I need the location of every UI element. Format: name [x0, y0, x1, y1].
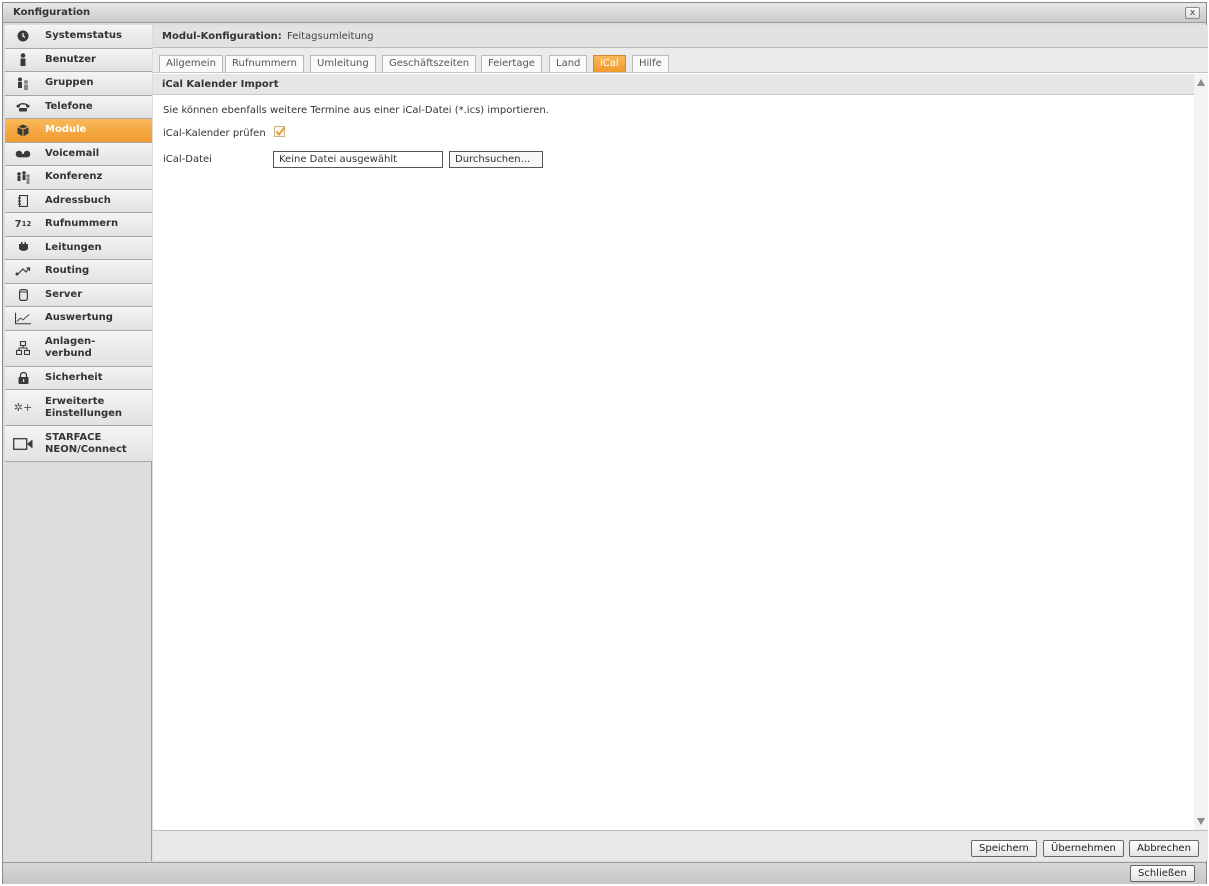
sidebar-item-label: Voicemail	[45, 147, 100, 159]
network-icon	[15, 341, 31, 355]
gear-plus-icon: ✲+	[13, 401, 33, 414]
main-panel: Modul-Konfiguration: Feitagsumleitung Al…	[153, 25, 1208, 861]
sidebar-item-leitungen[interactable]: Leitungen	[5, 236, 152, 260]
camera-icon	[13, 437, 33, 451]
module-header-title: Modul-Konfiguration:	[162, 31, 282, 42]
sidebar-item-sicherheit[interactable]: Sicherheit	[5, 366, 152, 390]
module-name: Feitagsumleitung	[287, 31, 374, 42]
scroll-down-icon[interactable]	[1197, 818, 1205, 825]
sidebar: Systemstatus Benutzer Gruppen Telefone M…	[5, 25, 152, 861]
sidebar-item-label: Routing	[45, 265, 90, 277]
import-description: Sie können ebenfalls weitere Termine aus…	[163, 105, 549, 116]
window-close-button[interactable]: x	[1185, 7, 1200, 19]
tab-ical[interactable]: iCal	[593, 55, 626, 72]
sidebar-item-label: Module	[45, 124, 87, 136]
phone-icon	[15, 100, 31, 114]
tab-geschaeftszeiten[interactable]: Geschäftszeiten	[382, 55, 477, 72]
tab-hilfe[interactable]: Hilfe	[632, 55, 669, 72]
scroll-up-icon[interactable]	[1197, 79, 1205, 86]
sidebar-item-label: Server	[45, 288, 83, 300]
sidebar-item-label: Systemstatus	[45, 30, 122, 42]
window-title: Konfiguration	[13, 7, 91, 18]
bottom-bar: Schließen	[3, 862, 1206, 884]
vertical-scrollbar[interactable]	[1194, 74, 1208, 830]
title-bar: Konfiguration x	[3, 3, 1206, 23]
module-icon	[15, 123, 31, 137]
sidebar-item-label: Leitungen	[45, 241, 102, 253]
sidebar-item-label: Benutzer	[45, 53, 96, 65]
ical-file-label: iCal-Datei	[163, 154, 212, 165]
sidebar-item-routing[interactable]: Routing	[5, 260, 152, 284]
sidebar-item-label: Auswertung	[45, 312, 113, 324]
server-icon	[15, 288, 31, 302]
numbers-icon: 712	[14, 218, 32, 230]
sidebar-item-auswertung[interactable]: Auswertung	[5, 307, 152, 331]
voicemail-icon	[15, 147, 31, 161]
sidebar-item-server[interactable]: Server	[5, 283, 152, 307]
sidebar-item-label: Konferenz	[45, 171, 103, 183]
section-title: iCal Kalender Import	[162, 79, 279, 90]
sidebar-item-konferenz[interactable]: Konferenz	[5, 166, 152, 190]
check-ical-checkbox[interactable]	[274, 126, 286, 137]
cancel-button[interactable]: Abbrechen	[1129, 840, 1199, 857]
tab-bar: Allgemein Rufnummern Umleitung Geschäfts…	[153, 48, 1208, 73]
sidebar-item-gruppen[interactable]: Gruppen	[5, 72, 152, 96]
section-header: iCal Kalender Import	[153, 74, 1194, 95]
tab-rufnummern[interactable]: Rufnummern	[225, 55, 304, 72]
sidebar-item-label: Gruppen	[45, 77, 94, 89]
sidebar-item-voicemail[interactable]: Voicemail	[5, 142, 152, 166]
sidebar-item-label: Adressbuch	[45, 194, 111, 206]
tab-land[interactable]: Land	[549, 55, 588, 72]
save-button[interactable]: Speichern	[971, 840, 1037, 857]
sidebar-item-rufnummern[interactable]: 712 Rufnummern	[5, 213, 152, 237]
sidebar-item-module[interactable]: Module	[5, 119, 152, 143]
sidebar-item-starface-neon-connect[interactable]: STARFACE NEON/Connect	[5, 426, 152, 462]
clock-icon	[15, 29, 31, 43]
config-window: Konfiguration x Systemstatus Benutzer Gr…	[2, 2, 1208, 884]
tab-feiertage[interactable]: Feiertage	[481, 55, 542, 72]
sidebar-item-label: STARFACE NEON/Connect	[45, 431, 127, 455]
module-header: Modul-Konfiguration: Feitagsumleitung	[153, 25, 1208, 48]
sidebar-item-telefone[interactable]: Telefone	[5, 95, 152, 119]
sidebar-item-label: Sicherheit	[45, 371, 103, 383]
sidebar-item-benutzer[interactable]: Benutzer	[5, 48, 152, 72]
sidebar-item-label: Erweiterte Einstellungen	[45, 395, 123, 419]
conference-icon	[15, 170, 31, 184]
lock-icon	[15, 371, 31, 385]
sidebar-item-erweiterte-einstellungen[interactable]: ✲+ Erweiterte Einstellungen	[5, 390, 152, 426]
close-button[interactable]: Schließen	[1130, 865, 1195, 882]
action-footer: Speichern Übernehmen Abbrechen	[153, 830, 1208, 861]
checkmark-icon	[275, 126, 286, 136]
sidebar-item-systemstatus[interactable]: Systemstatus	[5, 25, 152, 49]
check-ical-label: iCal-Kalender prüfen	[163, 128, 266, 139]
ical-file-input[interactable]: Keine Datei ausgewählt	[273, 151, 443, 168]
sidebar-item-label: Rufnummern	[45, 218, 119, 230]
apply-button[interactable]: Übernehmen	[1043, 840, 1124, 857]
routing-icon	[15, 264, 31, 278]
tab-allgemein[interactable]: Allgemein	[159, 55, 223, 72]
sidebar-item-anlagenverbund[interactable]: Anlagen- verbund	[5, 330, 152, 367]
sidebar-item-label: Anlagen- verbund	[45, 336, 96, 359]
group-icon	[15, 76, 31, 90]
addressbook-icon	[15, 194, 31, 208]
tab-umleitung[interactable]: Umleitung	[310, 55, 376, 72]
user-icon	[15, 53, 31, 67]
chart-icon	[15, 311, 31, 325]
sidebar-item-label: Telefone	[45, 100, 93, 112]
line-icon	[15, 241, 31, 255]
sidebar-item-adressbuch[interactable]: Adressbuch	[5, 189, 152, 213]
browse-button[interactable]: Durchsuchen...	[449, 151, 543, 168]
